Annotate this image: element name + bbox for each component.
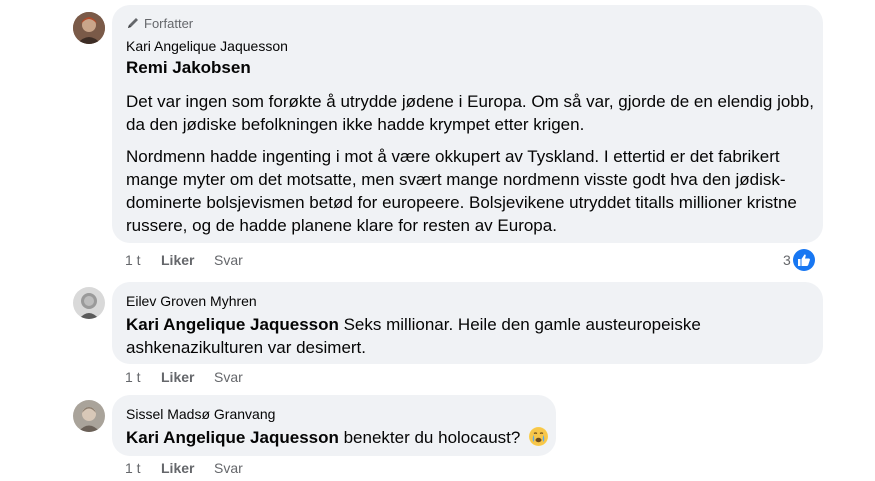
like-button[interactable]: Liker bbox=[161, 460, 214, 476]
profile-photo bbox=[73, 12, 105, 44]
comment-author-name[interactable]: Eilev Groven Myhren bbox=[126, 292, 809, 310]
avatar-kari[interactable] bbox=[73, 12, 105, 44]
like-button[interactable]: Liker bbox=[161, 369, 214, 385]
comment-actions-1: 1 t Liker Svar bbox=[125, 252, 243, 268]
comment-body: benekter du holocaust? bbox=[338, 428, 521, 447]
pen-icon bbox=[128, 18, 138, 28]
comment-author-name[interactable]: Sissel Madsø Granvang bbox=[126, 405, 542, 423]
reply-target-name[interactable]: Remi Jakobsen bbox=[126, 57, 809, 79]
reply-button[interactable]: Svar bbox=[214, 460, 243, 476]
mention-link[interactable]: Kari Angelique Jaquesson bbox=[126, 315, 339, 334]
comment-text: Kari Angelique Jaquesson benekter du hol… bbox=[126, 426, 549, 449]
timestamp[interactable]: 1 t bbox=[125, 252, 161, 268]
profile-photo bbox=[73, 400, 105, 432]
profile-photo bbox=[73, 287, 105, 319]
timestamp[interactable]: 1 t bbox=[125, 460, 161, 476]
avatar-sissel[interactable] bbox=[73, 400, 105, 432]
crying-face-icon bbox=[529, 427, 549, 446]
badge-label: Forfatter bbox=[144, 15, 194, 31]
reply-button[interactable]: Svar bbox=[214, 369, 243, 385]
reaction-count: 3 bbox=[783, 252, 791, 268]
thumbs-up-icon bbox=[792, 249, 815, 271]
author-badge: Forfatter bbox=[126, 15, 809, 31]
comment-paragraph-2: Nordmenn hadde ingenting i mot å være ok… bbox=[126, 147, 797, 235]
comment-bubble-1: Forfatter Kari Angelique Jaquesson Remi … bbox=[112, 5, 823, 243]
comment-actions-3: 1 t Liker Svar bbox=[125, 460, 243, 476]
comment-text: Det var ingen som forøkte å utrydde jøde… bbox=[126, 90, 814, 237]
reaction-summary[interactable]: 3 bbox=[783, 249, 815, 271]
comment-author-name[interactable]: Kari Angelique Jaquesson bbox=[126, 37, 809, 55]
comment-bubble-3: Sissel Madsø Granvang Kari Angelique Jaq… bbox=[112, 395, 556, 456]
avatar-eilev[interactable] bbox=[73, 287, 105, 319]
like-button[interactable]: Liker bbox=[161, 252, 214, 268]
mention-link[interactable]: Kari Angelique Jaquesson bbox=[126, 428, 339, 447]
comment-text: Kari Angelique Jaquesson Seks millionar.… bbox=[126, 313, 746, 359]
comment-paragraph-1: Det var ingen som forøkte å utrydde jøde… bbox=[126, 92, 814, 134]
timestamp[interactable]: 1 t bbox=[125, 369, 161, 385]
comment-actions-2: 1 t Liker Svar bbox=[125, 369, 243, 385]
reply-button[interactable]: Svar bbox=[214, 252, 243, 268]
comment-bubble-2: Eilev Groven Myhren Kari Angelique Jaque… bbox=[112, 282, 823, 364]
